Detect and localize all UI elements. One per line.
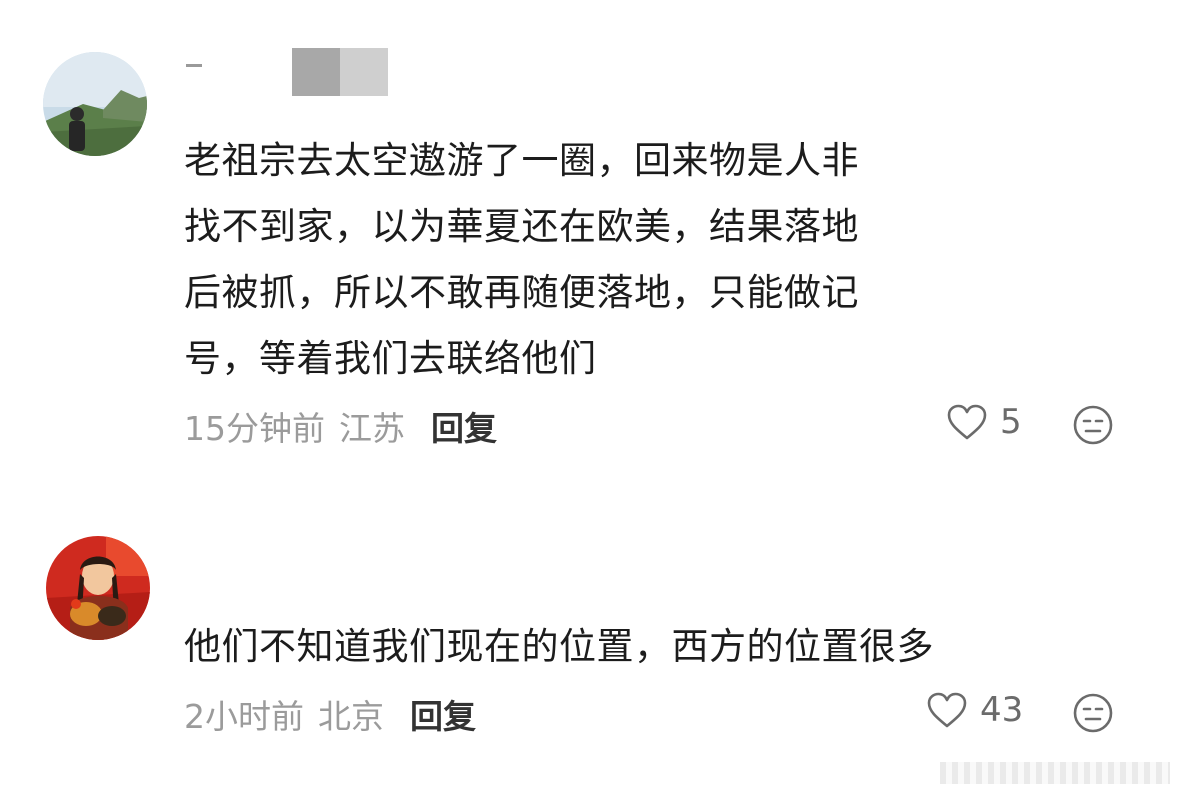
neutral-face-icon bbox=[1073, 693, 1113, 733]
heart-outline-icon bbox=[947, 404, 987, 440]
reply-button[interactable]: 回复 bbox=[410, 690, 476, 738]
comment-meta: 2小时前 北京 回复 bbox=[184, 690, 476, 738]
like-button[interactable]: 5 bbox=[946, 402, 1022, 442]
avatar-image bbox=[46, 536, 150, 640]
avatar[interactable] bbox=[43, 52, 147, 156]
comment-text-line: 号，等着我们去联络他们 bbox=[184, 337, 597, 380]
comment-time: 2小时前 bbox=[184, 697, 304, 736]
avatar-image bbox=[43, 52, 147, 156]
comment-text-line: 找不到家，以为華夏还在欧美，结果落地 bbox=[184, 205, 859, 248]
watermark bbox=[940, 762, 1170, 784]
comment-text-line: 老祖宗去太空遨游了一圈，回来物是人非 bbox=[184, 139, 859, 182]
comment-text-line: 后被抓，所以不敢再随便落地，只能做记 bbox=[184, 271, 859, 314]
username-mark bbox=[186, 64, 202, 67]
comment-text-line: 他们不知道我们现在的位置，西方的位置很多 bbox=[184, 625, 934, 668]
avatar[interactable] bbox=[46, 536, 150, 640]
like-count: 43 bbox=[980, 690, 1024, 730]
reaction-button[interactable] bbox=[1072, 404, 1114, 446]
heart-outline-icon bbox=[927, 692, 967, 728]
username-redacted bbox=[292, 48, 388, 96]
reply-button[interactable]: 回复 bbox=[431, 402, 497, 450]
comment-item: 他们不知道我们现在的位置，西方的位置很多 2小时前 北京 回复 43 bbox=[0, 470, 1178, 800]
like-count: 5 bbox=[1000, 402, 1022, 442]
comment-item: 老祖宗去太空遨游了一圈，回来物是人非 找不到家，以为華夏还在欧美，结果落地 后被… bbox=[0, 0, 1178, 470]
comment-time: 15分钟前 bbox=[184, 409, 325, 448]
comment-location: 北京 bbox=[318, 697, 384, 736]
neutral-face-icon bbox=[1073, 405, 1113, 445]
like-button[interactable]: 43 bbox=[926, 690, 1023, 730]
comment-location: 江苏 bbox=[339, 409, 405, 448]
reaction-button[interactable] bbox=[1072, 692, 1114, 734]
comment-meta: 15分钟前 江苏 回复 bbox=[184, 402, 497, 450]
